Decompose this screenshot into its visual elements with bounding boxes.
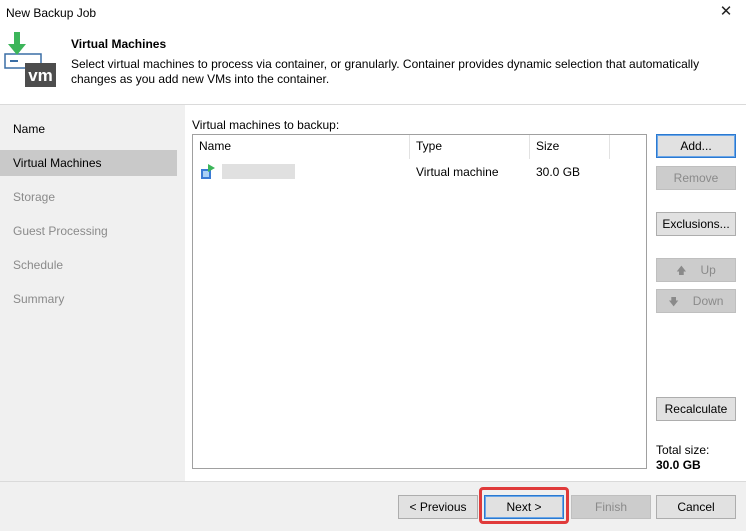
column-type[interactable]: Type xyxy=(410,135,530,159)
remove-button[interactable]: Remove xyxy=(656,166,736,190)
vm-type: Virtual machine xyxy=(416,165,499,179)
vm-list-header: Name Type Size xyxy=(193,135,646,159)
up-label: Up xyxy=(700,263,716,277)
recalculate-button[interactable]: Recalculate xyxy=(656,397,736,421)
step-summary[interactable]: Summary xyxy=(0,286,177,312)
step-schedule[interactable]: Schedule xyxy=(0,252,177,278)
arrow-up-icon: 🡅 xyxy=(676,266,687,277)
wizard-footer: < Previous Next > Finish Cancel xyxy=(0,482,746,531)
arrow-down-icon: 🡇 xyxy=(668,297,679,308)
page-title: Virtual Machines xyxy=(71,37,167,51)
column-size[interactable]: Size xyxy=(530,135,610,159)
vm-name-redacted xyxy=(222,164,295,179)
vm-list-label: Virtual machines to backup: xyxy=(192,118,340,132)
logo-text: vm xyxy=(28,66,53,85)
wizard-header: vm Virtual Machines Select virtual machi… xyxy=(0,26,746,104)
download-vm-icon: vm xyxy=(4,32,56,87)
step-virtual-machines[interactable]: Virtual Machines xyxy=(0,150,177,176)
vm-list[interactable]: Name Type Size Virtual machine 30.0 GB xyxy=(192,134,647,469)
main-content: Virtual machines to backup: Name Type Si… xyxy=(185,105,746,481)
total-size-value: 30.0 GB xyxy=(656,458,701,472)
step-guest-processing[interactable]: Guest Processing xyxy=(0,218,177,244)
total-size-label: Total size: xyxy=(656,443,710,457)
next-button-highlight xyxy=(479,487,569,524)
add-button[interactable]: Add... xyxy=(656,134,736,158)
finish-button[interactable]: Finish xyxy=(571,495,651,519)
page-description: Select virtual machines to process via c… xyxy=(71,57,700,86)
title-bar: New Backup Job ✕ xyxy=(0,0,746,26)
down-button[interactable]: 🡇 Down xyxy=(656,289,736,313)
previous-button[interactable]: < Previous xyxy=(398,495,478,519)
cancel-button[interactable]: Cancel xyxy=(656,495,736,519)
exclusions-button[interactable]: Exclusions... xyxy=(656,212,736,236)
step-storage[interactable]: Storage xyxy=(0,184,177,210)
column-name[interactable]: Name xyxy=(193,135,410,159)
up-button[interactable]: 🡅 Up xyxy=(656,258,736,282)
down-label: Down xyxy=(692,294,724,308)
window-title: New Backup Job xyxy=(6,6,97,20)
vm-size: 30.0 GB xyxy=(536,165,581,179)
close-icon[interactable]: ✕ xyxy=(715,2,737,24)
vm-icon xyxy=(201,164,215,179)
step-name[interactable]: Name xyxy=(0,116,177,142)
wizard-steps: Name Virtual Machines Storage Guest Proc… xyxy=(0,105,185,481)
total-size: Total size: 30.0 GB xyxy=(656,443,709,473)
table-row[interactable]: Virtual machine 30.0 GB xyxy=(193,161,646,183)
